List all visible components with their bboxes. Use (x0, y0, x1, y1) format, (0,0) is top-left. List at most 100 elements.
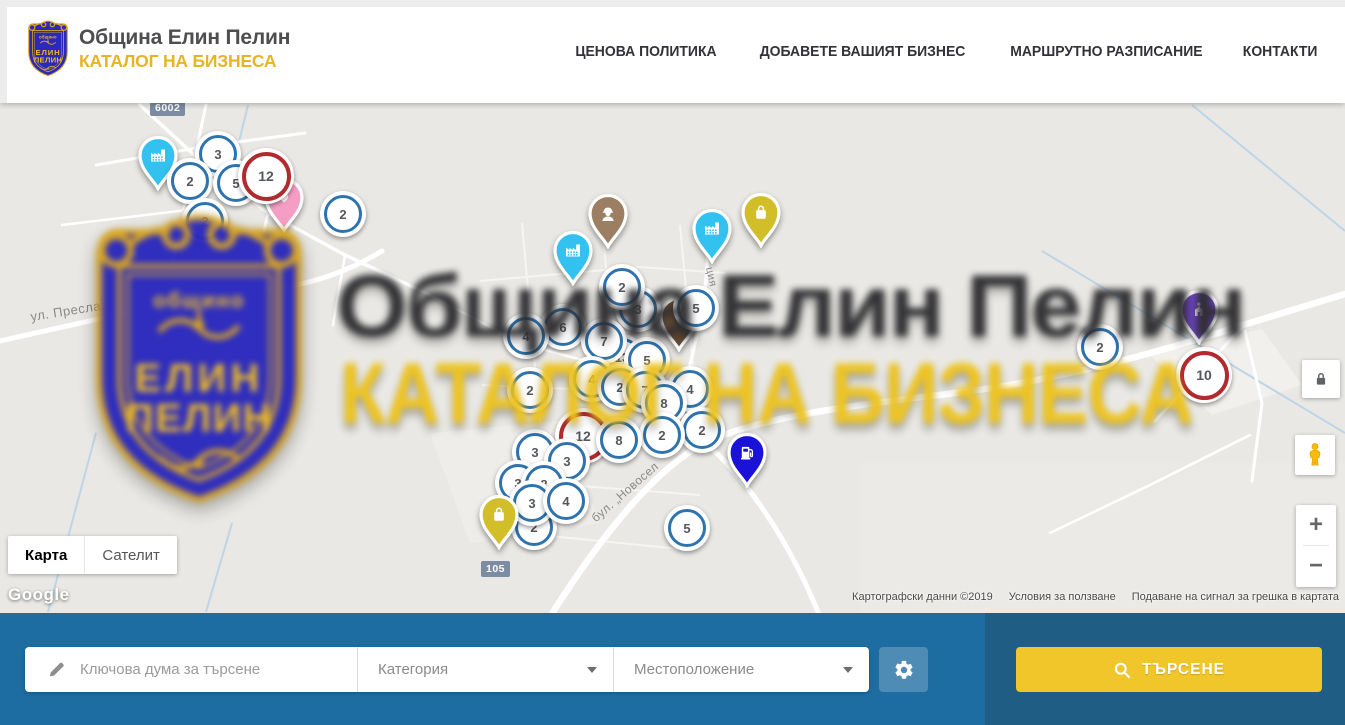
cluster-ring: 4 (507, 317, 545, 355)
location-select[interactable]: Местоположение (613, 647, 869, 692)
cluster-ring: 10 (1180, 351, 1229, 400)
cluster-count: 6 (559, 320, 566, 335)
cluster-count: 8 (660, 396, 667, 411)
search-bar: Категория Местоположение ТЪРСЕНЕ (0, 613, 1345, 725)
cluster-count: 4 (562, 494, 569, 509)
bag-pin[interactable] (476, 492, 522, 550)
cluster-count: 3 (563, 454, 570, 469)
map-type-satellite-button[interactable]: Сателит (84, 536, 177, 574)
cluster-count: 2 (339, 207, 346, 222)
bag-icon (738, 190, 784, 248)
cluster-ring: 2 (603, 268, 641, 306)
cluster-ring: 5 (677, 289, 715, 327)
cluster-count: 2 (618, 280, 625, 295)
cluster-marker[interactable]: 4 (543, 478, 589, 524)
search-submit-button[interactable]: ТЪРСЕНЕ (1016, 647, 1322, 692)
keyword-input[interactable] (78, 660, 357, 679)
main-nav: ЦЕНОВА ПОЛИТИКА ДОБАВЕТЕ ВАШИЯТ БИЗНЕС М… (570, 0, 1320, 103)
cluster-marker[interactable]: 8 (596, 417, 642, 463)
brand-catalog-name: КАТАЛОГ НА БИЗНЕСА (79, 51, 290, 72)
cluster-ring: 2 (511, 371, 549, 409)
cluster-ring: 4 (547, 482, 585, 520)
cluster-ring: 6 (544, 308, 582, 346)
nav-add-business[interactable]: ДОБАВЕТЕ ВАШИЯТ БИЗНЕС (760, 43, 966, 60)
cluster-count: 5 (692, 301, 699, 316)
window-frame-top (0, 0, 1345, 7)
nav-route-schedule[interactable]: МАРШРУТНО РАЗПИСАНИЕ (1010, 43, 1202, 60)
cluster-count: 2 (526, 383, 533, 398)
map-type-map-button[interactable]: Карта (8, 536, 84, 574)
cluster-marker[interactable]: 4 (503, 313, 549, 359)
cluster-count: 3 (528, 496, 535, 511)
fuel-pin[interactable] (724, 430, 770, 488)
cluster-ring: 2 (324, 195, 362, 233)
cluster-marker[interactable]: 5 (673, 285, 719, 331)
cluster-count: 5 (643, 353, 650, 368)
cluster-count: 4 (522, 329, 529, 344)
factory-icon (689, 206, 735, 264)
pegman-icon (1303, 442, 1327, 468)
factory-pin[interactable] (550, 228, 596, 286)
search-icon (1113, 661, 1131, 679)
page: Община Елин Пелин КАТАЛОГ НА БИЗНЕСА ЦЕН… (0, 0, 1345, 725)
lock-scroll-button[interactable] (1302, 360, 1340, 398)
map-type-control: Карта Сателит (8, 536, 177, 574)
site-logo[interactable]: Община Елин Пелин КАТАЛОГ НА БИЗНЕСА (26, 20, 290, 78)
cluster-count: 4 (686, 382, 693, 397)
factory-pin[interactable] (689, 206, 735, 264)
keyword-segment (25, 647, 357, 692)
cluster-ring: 2 (186, 202, 224, 240)
cluster-marker[interactable]: 12 (238, 148, 294, 204)
chevron-down-icon (587, 667, 597, 673)
cluster-ring: 12 (242, 152, 291, 201)
cluster-marker[interactable]: 2 (507, 367, 553, 413)
map-attribution: Картографски данни ©2019 Условия за полз… (852, 591, 1339, 603)
cluster-ring: 2 (643, 416, 681, 454)
category-select[interactable]: Категория (357, 647, 613, 692)
category-select-value: Категория (378, 661, 448, 678)
cluster-marker[interactable]: 2 (599, 264, 645, 310)
attribution-terms-link[interactable]: Условия за ползване (1009, 591, 1116, 603)
cluster-count: 3 (531, 445, 538, 460)
google-logo[interactable]: Google (8, 585, 70, 605)
zoom-out-button[interactable]: − (1296, 546, 1336, 586)
map-canvas[interactable]: ул. Преславбул. „Новоселция6002105 32512… (0, 103, 1345, 613)
cluster-count: 7 (600, 334, 607, 349)
map-markers-layer: 32512223256134754227482212833382345210 (0, 103, 1345, 613)
cluster-ring: 5 (668, 509, 706, 547)
bag-pin[interactable] (738, 190, 784, 248)
cluster-count: 5 (683, 521, 690, 536)
nav-pricing-policy[interactable]: ЦЕНОВА ПОЛИТИКА (575, 43, 716, 60)
cluster-ring: 2 (683, 411, 721, 449)
search-group: Категория Местоположение (25, 647, 869, 692)
cluster-marker[interactable]: 2 (182, 198, 228, 244)
chevron-down-icon (843, 667, 853, 673)
cluster-marker[interactable]: 2 (320, 191, 366, 237)
cluster-count: 3 (214, 147, 221, 162)
cluster-count: 4 (588, 372, 595, 387)
street-view-pegman-button[interactable] (1295, 435, 1335, 475)
cluster-count: 10 (1196, 367, 1212, 383)
cluster-ring: 7 (585, 322, 623, 360)
brand-org-name: Община Елин Пелин (79, 26, 290, 50)
location-select-value: Местоположение (634, 661, 754, 678)
cluster-count: 12 (258, 168, 274, 184)
fuel-icon (724, 430, 770, 488)
church-pin[interactable] (1176, 287, 1222, 345)
cluster-count: 2 (186, 174, 193, 189)
municipality-emblem-icon (26, 20, 70, 78)
cluster-count: 2 (201, 214, 208, 229)
zoom-in-button[interactable]: + (1296, 505, 1336, 545)
window-frame-left (0, 0, 7, 103)
search-submit-label: ТЪРСЕНЕ (1142, 661, 1225, 679)
cluster-marker[interactable]: 10 (1176, 347, 1232, 403)
cluster-marker[interactable]: 2 (679, 407, 725, 453)
pencil-icon (47, 660, 66, 679)
nav-contacts[interactable]: КОНТАКТИ (1243, 43, 1318, 60)
cluster-marker[interactable]: 2 (639, 412, 685, 458)
advanced-search-button[interactable] (879, 647, 928, 692)
cluster-marker[interactable]: 5 (664, 505, 710, 551)
cluster-marker[interactable]: 2 (1077, 324, 1123, 370)
cluster-count: 2 (658, 428, 665, 443)
attribution-report-link[interactable]: Подаване на сигнал за грешка в картата (1132, 591, 1339, 603)
